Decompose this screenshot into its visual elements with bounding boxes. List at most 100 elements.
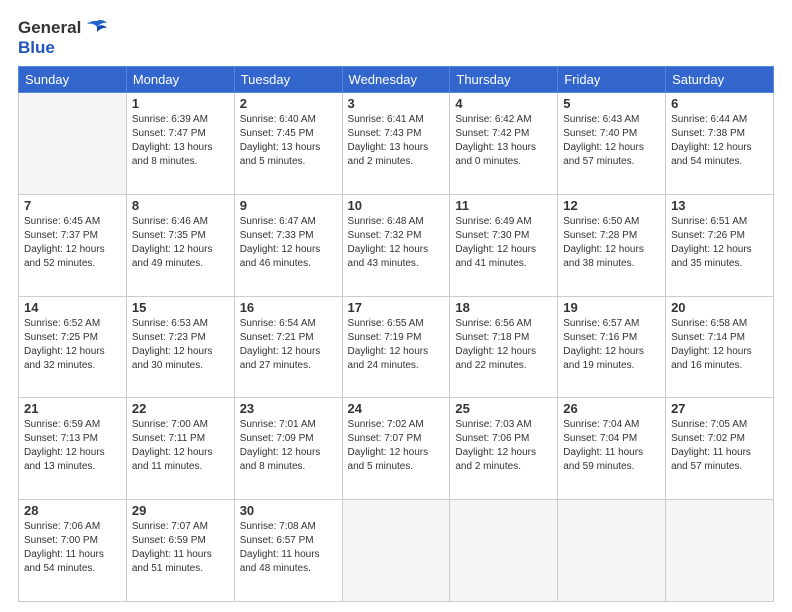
table-row bbox=[342, 500, 450, 602]
day-number: 29 bbox=[132, 503, 229, 518]
day-info: Sunrise: 6:52 AMSunset: 7:25 PMDaylight:… bbox=[24, 317, 121, 373]
table-row: 25 Sunrise: 7:03 AMSunset: 7:06 PMDayligh… bbox=[450, 398, 558, 500]
day-info: Sunrise: 6:46 AMSunset: 7:35 PMDaylight:… bbox=[132, 215, 229, 271]
day-info: Sunrise: 6:56 AMSunset: 7:18 PMDaylight:… bbox=[455, 317, 552, 373]
day-number: 6 bbox=[671, 96, 768, 111]
table-row: 8 Sunrise: 6:46 AMSunset: 7:35 PMDaylight… bbox=[126, 194, 234, 296]
table-row: 1 Sunrise: 6:39 AMSunset: 7:47 PMDaylight… bbox=[126, 93, 234, 195]
calendar-week-row: 1 Sunrise: 6:39 AMSunset: 7:47 PMDaylight… bbox=[19, 93, 774, 195]
day-info: Sunrise: 6:44 AMSunset: 7:38 PMDaylight:… bbox=[671, 113, 768, 169]
day-number: 10 bbox=[348, 198, 445, 213]
day-number: 9 bbox=[240, 198, 337, 213]
table-row bbox=[558, 500, 666, 602]
day-number: 23 bbox=[240, 401, 337, 416]
table-row: 4 Sunrise: 6:42 AMSunset: 7:42 PMDaylight… bbox=[450, 93, 558, 195]
day-info: Sunrise: 6:39 AMSunset: 7:47 PMDaylight:… bbox=[132, 113, 229, 169]
table-row: 16Sunrise: 6:54 AMSunset: 7:21 PMDayligh… bbox=[234, 296, 342, 398]
day-number: 30 bbox=[240, 503, 337, 518]
day-info: Sunrise: 6:43 AMSunset: 7:40 PMDaylight:… bbox=[563, 113, 660, 169]
day-number: 26 bbox=[563, 401, 660, 416]
day-info: Sunrise: 6:59 AMSunset: 7:13 PMDaylight:… bbox=[24, 418, 121, 474]
day-info: Sunrise: 6:42 AMSunset: 7:42 PMDaylight:… bbox=[455, 113, 552, 169]
day-info: Sunrise: 6:48 AMSunset: 7:32 PMDaylight:… bbox=[348, 215, 445, 271]
table-row: 21 Sunrise: 6:59 AMSunset: 7:13 PMDayligh… bbox=[19, 398, 127, 500]
day-number: 17 bbox=[348, 300, 445, 315]
day-number: 3 bbox=[348, 96, 445, 111]
day-info: Sunrise: 7:02 AMSunset: 7:07 PMDaylight:… bbox=[348, 418, 445, 474]
table-row: 15 Sunrise: 6:53 AMSunset: 7:23 PMDayligh… bbox=[126, 296, 234, 398]
day-number: 20 bbox=[671, 300, 768, 315]
day-info: Sunrise: 7:07 AMSunset: 6:59 PMDaylight:… bbox=[132, 520, 229, 576]
logo-blue-text: Blue bbox=[18, 38, 55, 58]
table-row: 19Sunrise: 6:57 AMSunset: 7:16 PMDayligh… bbox=[558, 296, 666, 398]
day-number: 5 bbox=[563, 96, 660, 111]
day-info: Sunrise: 6:40 AMSunset: 7:45 PMDaylight:… bbox=[240, 113, 337, 169]
calendar-week-row: 7Sunrise: 6:45 AMSunset: 7:37 PMDaylight… bbox=[19, 194, 774, 296]
calendar-table: Sunday Monday Tuesday Wednesday Thursday… bbox=[18, 66, 774, 602]
table-row: 18Sunrise: 6:56 AMSunset: 7:18 PMDayligh… bbox=[450, 296, 558, 398]
day-info: Sunrise: 6:50 AMSunset: 7:28 PMDaylight:… bbox=[563, 215, 660, 271]
table-row: 29 Sunrise: 7:07 AMSunset: 6:59 PMDayligh… bbox=[126, 500, 234, 602]
table-row: 20 Sunrise: 6:58 AMSunset: 7:14 PMDayligh… bbox=[666, 296, 774, 398]
day-number: 22 bbox=[132, 401, 229, 416]
calendar-week-row: 14 Sunrise: 6:52 AMSunset: 7:25 PMDayligh… bbox=[19, 296, 774, 398]
day-info: Sunrise: 6:49 AMSunset: 7:30 PMDaylight:… bbox=[455, 215, 552, 271]
col-tuesday: Tuesday bbox=[234, 67, 342, 93]
day-info: Sunrise: 6:57 AMSunset: 7:16 PMDaylight:… bbox=[563, 317, 660, 373]
day-info: Sunrise: 6:51 AMSunset: 7:26 PMDaylight:… bbox=[671, 215, 768, 271]
day-number: 8 bbox=[132, 198, 229, 213]
table-row: 12 Sunrise: 6:50 AMSunset: 7:28 PMDayligh… bbox=[558, 194, 666, 296]
col-friday: Friday bbox=[558, 67, 666, 93]
day-number: 15 bbox=[132, 300, 229, 315]
day-number: 24 bbox=[348, 401, 445, 416]
table-row: 3 Sunrise: 6:41 AMSunset: 7:43 PMDaylight… bbox=[342, 93, 450, 195]
table-row: 14 Sunrise: 6:52 AMSunset: 7:25 PMDayligh… bbox=[19, 296, 127, 398]
day-number: 4 bbox=[455, 96, 552, 111]
table-row: 27Sunrise: 7:05 AMSunset: 7:02 PMDayligh… bbox=[666, 398, 774, 500]
day-number: 1 bbox=[132, 96, 229, 111]
col-saturday: Saturday bbox=[666, 67, 774, 93]
day-info: Sunrise: 7:04 AMSunset: 7:04 PMDaylight:… bbox=[563, 418, 660, 474]
day-number: 12 bbox=[563, 198, 660, 213]
table-row bbox=[666, 500, 774, 602]
table-row: 30 Sunrise: 7:08 AMSunset: 6:57 PMDayligh… bbox=[234, 500, 342, 602]
table-row: 17Sunrise: 6:55 AMSunset: 7:19 PMDayligh… bbox=[342, 296, 450, 398]
day-number: 21 bbox=[24, 401, 121, 416]
logo-bird-icon bbox=[85, 19, 109, 37]
calendar-week-row: 28Sunrise: 7:06 AMSunset: 7:00 PMDayligh… bbox=[19, 500, 774, 602]
day-info: Sunrise: 6:41 AMSunset: 7:43 PMDaylight:… bbox=[348, 113, 445, 169]
day-number: 13 bbox=[671, 198, 768, 213]
table-row: 23 Sunrise: 7:01 AMSunset: 7:09 PMDayligh… bbox=[234, 398, 342, 500]
table-row: 13 Sunrise: 6:51 AMSunset: 7:26 PMDayligh… bbox=[666, 194, 774, 296]
day-info: Sunrise: 7:06 AMSunset: 7:00 PMDaylight:… bbox=[24, 520, 121, 576]
table-row: 9Sunrise: 6:47 AMSunset: 7:33 PMDaylight… bbox=[234, 194, 342, 296]
day-number: 14 bbox=[24, 300, 121, 315]
table-row: 26 Sunrise: 7:04 AMSunset: 7:04 PMDayligh… bbox=[558, 398, 666, 500]
table-row: 6 Sunrise: 6:44 AMSunset: 7:38 PMDaylight… bbox=[666, 93, 774, 195]
header: General Blue bbox=[18, 18, 774, 58]
logo: General Blue bbox=[18, 18, 109, 58]
table-row: 11 Sunrise: 6:49 AMSunset: 7:30 PMDayligh… bbox=[450, 194, 558, 296]
day-info: Sunrise: 7:00 AMSunset: 7:11 PMDaylight:… bbox=[132, 418, 229, 474]
table-row: 2Sunrise: 6:40 AMSunset: 7:45 PMDaylight… bbox=[234, 93, 342, 195]
logo-general-text: General bbox=[18, 18, 81, 38]
day-info: Sunrise: 6:53 AMSunset: 7:23 PMDaylight:… bbox=[132, 317, 229, 373]
calendar-header-row: Sunday Monday Tuesday Wednesday Thursday… bbox=[19, 67, 774, 93]
day-info: Sunrise: 6:58 AMSunset: 7:14 PMDaylight:… bbox=[671, 317, 768, 373]
page: General Blue Sunday Monday Tuesday Wedne… bbox=[0, 0, 792, 612]
table-row: 22 Sunrise: 7:00 AMSunset: 7:11 PMDayligh… bbox=[126, 398, 234, 500]
day-info: Sunrise: 7:01 AMSunset: 7:09 PMDaylight:… bbox=[240, 418, 337, 474]
day-number: 25 bbox=[455, 401, 552, 416]
col-wednesday: Wednesday bbox=[342, 67, 450, 93]
col-thursday: Thursday bbox=[450, 67, 558, 93]
table-row: 24 Sunrise: 7:02 AMSunset: 7:07 PMDayligh… bbox=[342, 398, 450, 500]
calendar-week-row: 21 Sunrise: 6:59 AMSunset: 7:13 PMDayligh… bbox=[19, 398, 774, 500]
day-info: Sunrise: 7:08 AMSunset: 6:57 PMDaylight:… bbox=[240, 520, 337, 576]
day-info: Sunrise: 7:03 AMSunset: 7:06 PMDaylight:… bbox=[455, 418, 552, 474]
table-row bbox=[450, 500, 558, 602]
day-number: 16 bbox=[240, 300, 337, 315]
table-row: 28Sunrise: 7:06 AMSunset: 7:00 PMDayligh… bbox=[19, 500, 127, 602]
day-number: 11 bbox=[455, 198, 552, 213]
col-monday: Monday bbox=[126, 67, 234, 93]
day-number: 7 bbox=[24, 198, 121, 213]
